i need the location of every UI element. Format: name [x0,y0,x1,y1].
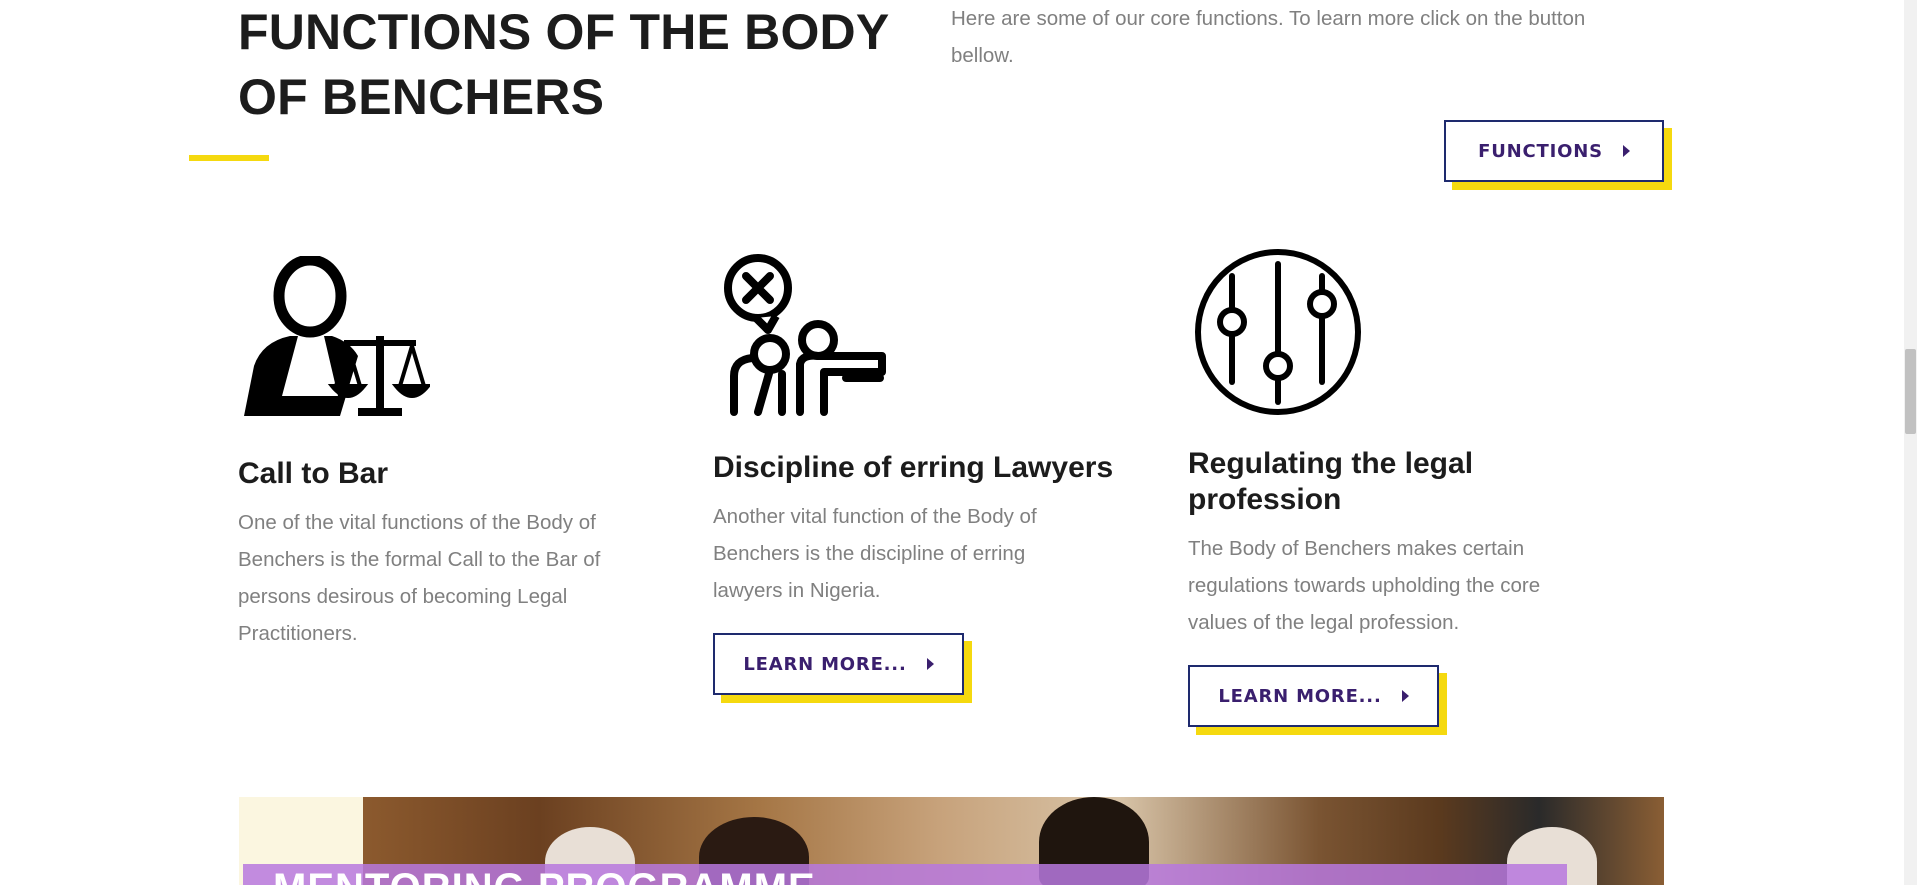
caret-right-icon [1622,145,1630,157]
scrollbar-thumb[interactable] [1905,349,1916,434]
intro-text: Here are some of our core functions. To … [951,7,1586,67]
sliders-icon [1195,249,1361,415]
learn-more-discipline-button[interactable]: LEARN MORE... [713,633,964,695]
card-text-regulating: The Body of Benchers makes certain regul… [1188,537,1541,634]
card-text-call-to-bar: One of the vital functions of the Body o… [238,511,601,645]
discipline-icon [724,254,886,416]
banner-title: MENTORING PROGRAMME [273,864,816,885]
card-title-call-to-bar: Call to Bar [238,457,389,490]
banner-overlay: MENTORING PROGRAMME [243,864,1567,885]
card-title-regulating: Regulating the legal profession [1188,447,1474,516]
mentoring-banner[interactable]: MENTORING PROGRAMME [239,797,1664,885]
title-underline [189,155,269,161]
caret-right-icon [926,658,934,670]
card-text-discipline: Another vital function of the Body of Be… [713,505,1037,602]
card-title-discipline: Discipline of erring Lawyers [713,451,1114,484]
caret-right-icon [1401,690,1409,702]
lawyer-scales-icon [244,256,430,416]
functions-button[interactable]: FUNCTIONS [1444,120,1664,182]
scrollbar-track[interactable] [1904,0,1917,885]
learn-more-label: LEARN MORE... [1218,685,1382,707]
learn-more-label: LEARN MORE... [743,653,907,675]
page-title: FUNCTIONS OF THE BODY OF BENCHERS [238,4,889,125]
functions-button-label: FUNCTIONS [1478,140,1603,162]
learn-more-discipline-wrapper: LEARN MORE... [713,633,972,703]
learn-more-regulating-wrapper: LEARN MORE... [1188,665,1447,735]
learn-more-regulating-button[interactable]: LEARN MORE... [1188,665,1439,727]
functions-button-wrapper: FUNCTIONS [1444,120,1672,190]
